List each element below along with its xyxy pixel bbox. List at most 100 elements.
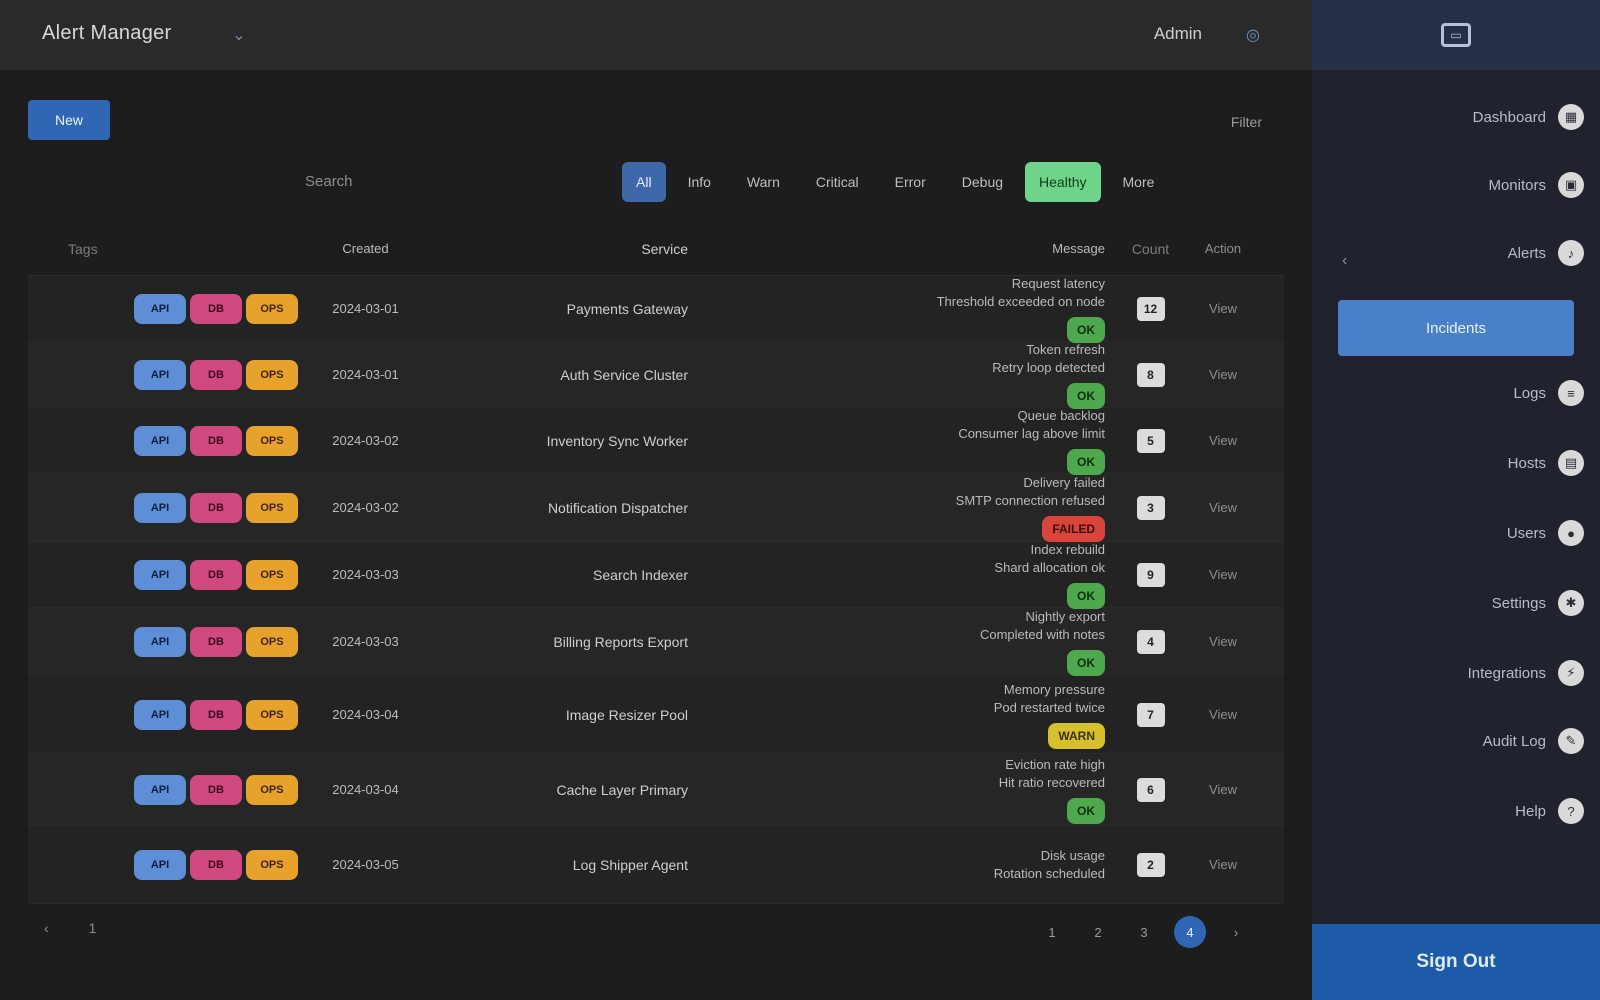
tag-badge[interactable]: OPS (246, 293, 298, 324)
filter-chip-critical[interactable]: Critical (802, 162, 873, 202)
tag-badge[interactable]: API (134, 293, 186, 324)
sidebar-item-integrations[interactable]: Integrations ⚡ (1468, 660, 1584, 686)
page-button[interactable]: 2 (1082, 916, 1114, 948)
sidebar-item-hosts[interactable]: Hosts ▤ (1508, 450, 1584, 476)
filter-chip-error[interactable]: Error (881, 162, 940, 202)
chevron-down-icon[interactable]: ⌄ (228, 24, 250, 46)
tag-badge[interactable]: API (134, 699, 186, 730)
filter-link[interactable]: Filter (1231, 114, 1262, 130)
row-service[interactable]: Image Resizer Pool (433, 706, 698, 724)
row-action-link[interactable]: View (1188, 567, 1258, 582)
tag-badge[interactable]: DB (190, 425, 242, 456)
tag-badge[interactable]: OPS (246, 559, 298, 590)
tag-badge[interactable]: OPS (246, 626, 298, 657)
header-count[interactable]: Count (1113, 241, 1188, 257)
table-row[interactable]: API DB OPS 2024-03-04 Cache Layer Primary Evi… (28, 754, 1284, 826)
tag-badge[interactable]: API (134, 492, 186, 523)
sidebar-item-logs[interactable]: Logs ≡ (1513, 380, 1584, 406)
filter-chip-more[interactable]: More (1109, 162, 1169, 202)
tag-badge[interactable]: API (134, 626, 186, 657)
count-badge[interactable]: 3 (1136, 495, 1165, 520)
table-row[interactable]: API DB OPS 2024-03-02 Notification Dispatche… (28, 474, 1284, 542)
table-row[interactable]: API DB OPS 2024-03-04 Image Resizer Pool Memo… (28, 676, 1284, 754)
tag-badge[interactable]: DB (190, 293, 242, 324)
count-badge[interactable]: 9 (1136, 562, 1165, 587)
count-badge[interactable]: 5 (1136, 428, 1165, 453)
page-size[interactable]: 1 (89, 920, 97, 936)
row-service[interactable]: Inventory Sync Worker (433, 432, 698, 450)
sidebar-item-monitors[interactable]: Monitors ▣ (1488, 172, 1584, 198)
sign-out-button[interactable]: Sign Out (1312, 924, 1600, 1000)
page-button[interactable]: 4 (1174, 916, 1206, 948)
tag-badge[interactable]: API (134, 849, 186, 880)
row-action-link[interactable]: View (1188, 857, 1258, 872)
settings-icon[interactable]: ◎ (1242, 24, 1264, 46)
tag-badge[interactable]: DB (190, 774, 242, 805)
row-service[interactable]: Payments Gateway (433, 300, 698, 318)
table-row[interactable]: API DB OPS 2024-03-05 Log Shipper Agent Disk … (28, 826, 1284, 904)
row-action-link[interactable]: View (1188, 634, 1258, 649)
tag-badge[interactable]: DB (190, 359, 242, 390)
count-badge[interactable]: 4 (1136, 629, 1165, 654)
tag-badge[interactable]: OPS (246, 425, 298, 456)
header-created[interactable]: Created (298, 241, 433, 256)
table-row[interactable]: API DB OPS 2024-03-03 Billing Reports Export… (28, 608, 1284, 676)
search-label[interactable]: Search (305, 173, 353, 190)
row-service[interactable]: Cache Layer Primary (433, 781, 698, 799)
sidebar-item-help[interactable]: Help? (1515, 798, 1584, 824)
row-action-link[interactable]: View (1188, 367, 1258, 382)
row-service[interactable]: Notification Dispatcher (433, 499, 698, 517)
tag-badge[interactable]: OPS (246, 699, 298, 730)
next-page-button[interactable]: › (1220, 916, 1252, 948)
count-badge[interactable]: 2 (1136, 852, 1165, 877)
filter-chip-all[interactable]: All (622, 162, 666, 202)
table-row[interactable]: API DB OPS 2024-03-02 Inventory Sync Worker Q… (28, 408, 1284, 475)
row-action-link[interactable]: View (1188, 707, 1258, 722)
row-action-link[interactable]: View (1188, 782, 1258, 797)
tag-badge[interactable]: API (134, 559, 186, 590)
tag-badge[interactable]: OPS (246, 849, 298, 880)
row-action-link[interactable]: View (1188, 500, 1258, 515)
tag-badge[interactable]: DB (190, 699, 242, 730)
filter-chip-warn[interactable]: Warn (733, 162, 794, 202)
tag-badge[interactable]: API (134, 359, 186, 390)
count-badge[interactable]: 8 (1136, 362, 1165, 387)
count-badge[interactable]: 7 (1136, 702, 1165, 727)
count-badge[interactable]: 12 (1136, 296, 1165, 321)
tag-badge[interactable]: OPS (246, 774, 298, 805)
tag-badge[interactable]: OPS (246, 492, 298, 523)
sidebar-item-users[interactable]: Users ● (1507, 520, 1584, 546)
prev-page-button[interactable]: ‹ (44, 920, 49, 936)
sidebar-item-audit-log[interactable]: Audit Log ✎ (1483, 728, 1584, 754)
tag-badge[interactable]: DB (190, 559, 242, 590)
filter-chip-debug[interactable]: Debug (948, 162, 1017, 202)
row-service[interactable]: Billing Reports Export (433, 633, 698, 651)
table-row[interactable]: API DB OPS 2024-03-03 Search Indexer Index re… (28, 542, 1284, 609)
filter-chip-healthy[interactable]: Healthy (1025, 162, 1101, 202)
add-button[interactable]: New (28, 100, 110, 140)
page-button[interactable]: 1 (1036, 916, 1068, 948)
table-row[interactable]: API DB OPS 2024-03-01 Payments Gateway Reques… (28, 276, 1284, 343)
row-action-link[interactable]: View (1188, 301, 1258, 316)
tag-badge[interactable]: DB (190, 626, 242, 657)
tag-badge[interactable]: API (134, 774, 186, 805)
table-row[interactable]: API DB OPS 2024-03-01 Auth Service Cluster To… (28, 342, 1284, 409)
sidebar-item-alerts[interactable]: Alerts ♪ (1508, 240, 1584, 266)
collapse-icon[interactable]: ‹ (1342, 252, 1347, 270)
page-button[interactable]: 3 (1128, 916, 1160, 948)
row-service[interactable]: Log Shipper Agent (433, 856, 698, 874)
sidebar-item-dashboard[interactable]: Dashboard ▦ (1473, 104, 1584, 130)
tag-badge[interactable]: OPS (246, 359, 298, 390)
user-name[interactable]: Admin (1154, 24, 1202, 44)
panel-icon[interactable]: ▭ (1441, 23, 1471, 47)
header-service[interactable]: Service (433, 240, 698, 258)
tag-badge[interactable]: API (134, 425, 186, 456)
sidebar-item-incidents[interactable]: Incidents! (1338, 300, 1574, 356)
sidebar-item-settings[interactable]: Settings ✱ (1492, 590, 1584, 616)
tag-badge[interactable]: DB (190, 492, 242, 523)
tag-badge[interactable]: DB (190, 849, 242, 880)
count-badge[interactable]: 6 (1136, 777, 1165, 802)
row-service[interactable]: Auth Service Cluster (433, 366, 698, 384)
filter-chip-info[interactable]: Info (674, 162, 725, 202)
row-action-link[interactable]: View (1188, 433, 1258, 448)
